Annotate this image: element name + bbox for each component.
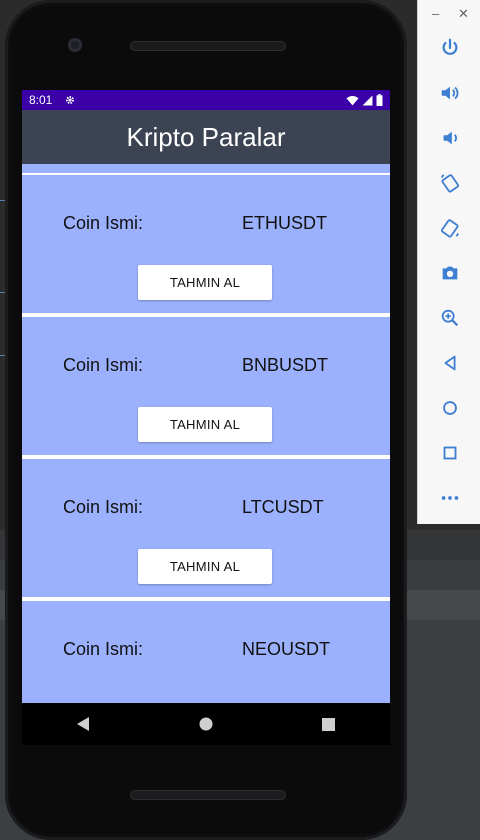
- wifi-icon: [346, 95, 359, 105]
- rotate-left-icon[interactable]: [435, 168, 465, 198]
- coin-name-label: Coin Ismi:: [63, 639, 144, 659]
- coin-name-label: Coin Ismi:: [63, 355, 144, 375]
- bottom-speaker: [130, 790, 286, 800]
- coin-symbol: ETHUSDT: [242, 213, 327, 233]
- nav-back-icon[interactable]: [73, 714, 93, 734]
- more-icon[interactable]: [435, 483, 465, 513]
- zoom-icon[interactable]: [435, 303, 465, 333]
- status-bar: 8:01: [22, 90, 390, 110]
- list-item: Coin Ismi: LTCUSDT TAHMIN AL: [22, 459, 390, 597]
- overview-icon[interactable]: [435, 438, 465, 468]
- page-title: Kripto Paralar: [126, 121, 286, 152]
- status-time: 8:01: [29, 93, 53, 107]
- app-screen: 8:01 Kripto Paralar Coin Ismi: ETHUSDT T…: [22, 90, 390, 703]
- power-icon[interactable]: [435, 33, 465, 63]
- coin-list[interactable]: Coin Ismi: ETHUSDT TAHMIN AL Coin Ismi: …: [22, 164, 390, 703]
- coin-symbol: BNBUSDT: [242, 355, 329, 375]
- coin-symbol: NEOUSDT: [242, 639, 331, 659]
- list-divider: [22, 164, 390, 175]
- home-icon[interactable]: [435, 393, 465, 423]
- top-speaker: [130, 41, 286, 51]
- list-item: Coin Ismi: BNBUSDT TAHMIN AL: [22, 317, 390, 455]
- front-camera: [68, 38, 82, 52]
- coin-symbol: LTCUSDT: [242, 497, 324, 517]
- coin-name-label: Coin Ismi:: [63, 497, 144, 517]
- emulator-toolbar: – ✕: [417, 0, 480, 524]
- nav-overview-icon[interactable]: [319, 714, 339, 734]
- rotate-right-icon[interactable]: [435, 213, 465, 243]
- list-item: Coin Ismi: NEOUSDT: [22, 601, 390, 703]
- coin-name-label: Coin Ismi:: [63, 213, 144, 233]
- minimize-icon[interactable]: –: [432, 6, 439, 21]
- camera-icon[interactable]: [435, 258, 465, 288]
- android-nav-bar: [22, 703, 390, 745]
- get-prediction-button[interactable]: TAHMIN AL: [138, 549, 272, 584]
- settings-gear-icon: [66, 96, 75, 104]
- nav-home-icon[interactable]: [196, 714, 216, 734]
- battery-icon: [376, 94, 383, 106]
- get-prediction-button[interactable]: TAHMIN AL: [138, 407, 272, 442]
- app-bar: Kripto Paralar: [22, 110, 390, 164]
- close-icon[interactable]: ✕: [458, 6, 469, 22]
- get-prediction-button[interactable]: TAHMIN AL: [138, 265, 272, 300]
- back-icon[interactable]: [435, 348, 465, 378]
- list-item: Coin Ismi: ETHUSDT TAHMIN AL: [22, 175, 390, 313]
- volume-down-icon[interactable]: [435, 123, 465, 153]
- signal-icon: [362, 95, 373, 105]
- volume-up-icon[interactable]: [435, 78, 465, 108]
